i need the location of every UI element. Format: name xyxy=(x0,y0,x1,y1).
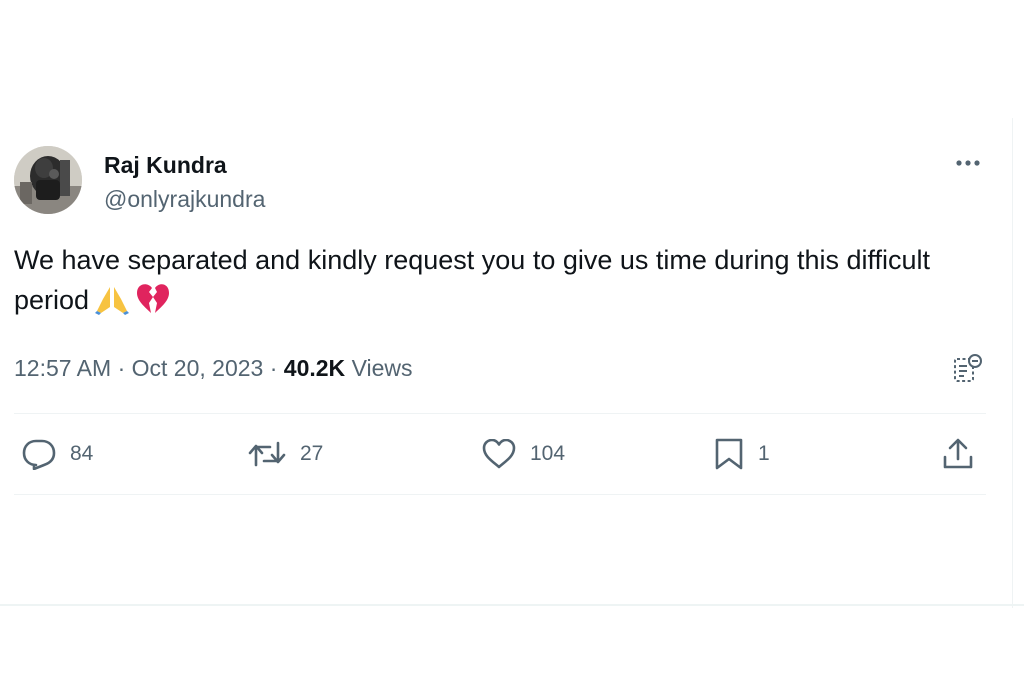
reply-icon xyxy=(22,439,56,470)
tweet-actions: 84 27 104 1 xyxy=(14,414,986,494)
tweet-date[interactable]: Oct 20, 2023 xyxy=(132,355,264,381)
views-count: 40.2K xyxy=(283,355,346,381)
broken-heart-icon xyxy=(135,283,171,326)
column-border xyxy=(1012,118,1013,608)
tweet-text: We have separated and kindly request you… xyxy=(14,240,954,326)
reply-button[interactable]: 84 xyxy=(22,436,93,472)
like-button[interactable]: 104 xyxy=(482,436,565,472)
author-handle[interactable]: @onlyrajkundra xyxy=(104,185,265,213)
tweet-screenshot: Raj Kundra @onlyrajkundra We have separa… xyxy=(0,0,1024,683)
tweet-meta: 12:57 AM · Oct 20, 2023 · 40.2K Views xyxy=(14,348,986,388)
views-label: Views xyxy=(351,355,413,381)
reply-count: 84 xyxy=(70,442,94,465)
timeline-divider xyxy=(0,604,1024,606)
like-count: 104 xyxy=(530,442,566,465)
community-notes-button[interactable] xyxy=(952,354,982,384)
author-display-name[interactable]: Raj Kundra xyxy=(104,151,265,179)
share-button[interactable] xyxy=(942,436,988,472)
share-icon xyxy=(943,438,973,469)
actions-divider xyxy=(14,494,986,495)
retweet-button[interactable]: 27 xyxy=(248,436,323,472)
meta-separator: · xyxy=(117,355,126,381)
avatar[interactable] xyxy=(14,146,82,214)
more-horizontal-icon xyxy=(956,160,980,166)
more-options-button[interactable] xyxy=(952,152,984,174)
heart-icon xyxy=(482,439,516,469)
bookmark-icon xyxy=(715,438,743,470)
author-names: Raj Kundra @onlyrajkundra xyxy=(104,151,265,213)
tweet-card: Raj Kundra @onlyrajkundra We have separa… xyxy=(14,146,986,495)
bookmark-count: 1 xyxy=(758,442,770,465)
retweet-icon xyxy=(248,441,286,467)
retweet-count: 27 xyxy=(300,442,324,465)
bookmark-button[interactable]: 1 xyxy=(714,436,770,472)
community-notes-icon xyxy=(954,354,982,382)
meta-separator-2: · xyxy=(269,355,278,381)
tweet-header: Raj Kundra @onlyrajkundra xyxy=(14,146,986,218)
folded-hands-icon xyxy=(95,285,130,326)
tweet-time[interactable]: 12:57 AM xyxy=(14,355,111,381)
